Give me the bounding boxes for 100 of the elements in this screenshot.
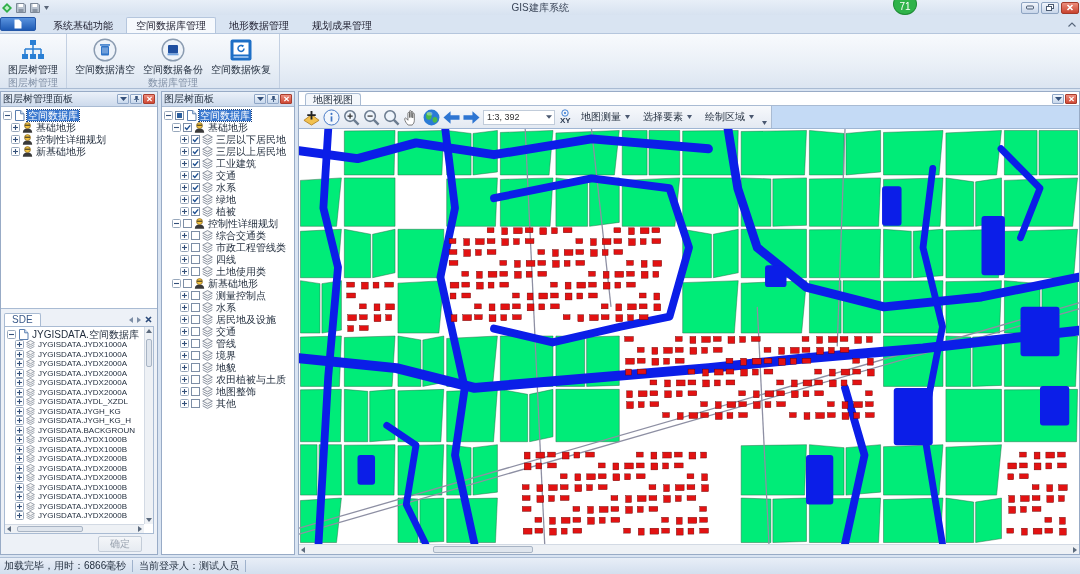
plus-box-icon[interactable]	[180, 254, 189, 264]
plus-box-icon[interactable]	[180, 170, 189, 180]
plus-box-icon[interactable]	[15, 463, 24, 473]
tree-item[interactable]: JYGISDATA.BACKGROUN	[37, 425, 137, 435]
vertical-scrollbar[interactable]	[144, 327, 153, 524]
tree-item[interactable]: 新基础地形	[207, 277, 259, 289]
minus-box-icon[interactable]	[3, 110, 12, 120]
caret-up-icon[interactable]	[1068, 21, 1076, 27]
tree-item[interactable]: 土地使用类	[215, 265, 267, 277]
checkbox[interactable]	[183, 218, 192, 228]
tree-item[interactable]: 管线	[215, 337, 237, 349]
toolbar-menu[interactable]: 地图测量	[575, 110, 635, 124]
plus-box-icon[interactable]	[180, 290, 189, 300]
plus-box-icon[interactable]	[15, 501, 24, 511]
checkbox[interactable]	[191, 146, 200, 156]
floppy-icon[interactable]	[16, 2, 26, 13]
plus-box-icon[interactable]	[180, 314, 189, 324]
plus-box-icon[interactable]	[180, 146, 189, 156]
plus-box-icon[interactable]	[180, 398, 189, 408]
plus-box-icon[interactable]	[180, 230, 189, 240]
ribbon-button[interactable]: 空间数据备份	[140, 36, 206, 77]
checkbox[interactable]	[191, 254, 200, 264]
tree-item[interactable]: JYGISDATA.JYDX2000B	[37, 463, 129, 473]
plus-box-icon[interactable]	[15, 473, 24, 483]
checkbox[interactable]	[183, 278, 192, 288]
close-button[interactable]	[1065, 93, 1077, 104]
checkbox[interactable]	[191, 134, 200, 144]
minimize-button[interactable]	[1021, 1, 1039, 14]
tree-item[interactable]: JYGISDATA.JYDX2000B	[37, 473, 129, 483]
checkbox[interactable]	[191, 326, 200, 336]
plus-box-icon[interactable]	[15, 387, 24, 397]
scroll-left-icon[interactable]	[7, 526, 11, 532]
tree-item[interactable]: 其他	[215, 397, 237, 409]
tree-item[interactable]: JYGISDATA.JYDX1000B	[37, 435, 129, 445]
tree-item[interactable]: JYGISDATA.JYDX2000B	[37, 511, 129, 521]
plus-box-icon[interactable]	[15, 492, 24, 502]
tree-item[interactable]: 地图整饰	[215, 385, 257, 397]
globe-icon[interactable]	[423, 108, 440, 126]
pin-button[interactable]	[267, 94, 279, 104]
close-icon[interactable]	[145, 316, 152, 323]
plus-box-icon[interactable]	[15, 397, 24, 407]
plus-box-icon[interactable]	[15, 511, 24, 521]
overflow-caret-icon[interactable]	[761, 119, 767, 125]
tree-item[interactable]: 新基础地形	[35, 145, 87, 157]
tree-item[interactable]: 境界	[215, 349, 237, 361]
tree-item[interactable]: 地貌	[215, 361, 237, 373]
scroll-left-icon[interactable]	[301, 546, 305, 553]
scroll-thumb[interactable]	[433, 546, 533, 553]
tree-item[interactable]: 绿地	[215, 193, 237, 205]
tree-item[interactable]: 工业建筑	[215, 157, 257, 169]
checkbox[interactable]	[191, 302, 200, 312]
plus-box-icon[interactable]	[180, 374, 189, 384]
tree-item[interactable]: 农田植被与土质	[215, 373, 287, 385]
right-arrow-icon[interactable]	[463, 108, 480, 126]
checkbox[interactable]	[191, 206, 200, 216]
map-view-tab[interactable]: 地图视图	[305, 93, 361, 105]
magnifier-icon[interactable]	[383, 108, 400, 126]
checkbox[interactable]	[191, 314, 200, 324]
ribbon-button[interactable]: 空间数据恢复	[208, 36, 274, 77]
plus-box-icon[interactable]	[180, 158, 189, 168]
plus-box-icon[interactable]	[15, 435, 24, 445]
tree-item[interactable]: 空间数据库	[27, 109, 79, 121]
tree-item[interactable]: JYGISDATA.空间数据库	[31, 328, 140, 340]
scroll-right-icon[interactable]	[1073, 546, 1077, 553]
tree-item[interactable]: 交通	[215, 169, 237, 181]
scroll-right-icon[interactable]	[138, 526, 142, 532]
plus-box-icon[interactable]	[15, 340, 24, 350]
checkbox[interactable]	[191, 338, 200, 348]
plus-box-icon[interactable]	[180, 182, 189, 192]
scroll-down-icon[interactable]	[146, 518, 152, 522]
checkbox[interactable]	[191, 170, 200, 180]
tree-item[interactable]: JYGISDATA.JYDL_XZDL	[37, 397, 129, 407]
dropdown-button[interactable]	[1052, 93, 1064, 104]
minus-box-icon[interactable]	[7, 329, 16, 339]
plus-box-icon[interactable]	[11, 146, 20, 156]
close-button[interactable]	[280, 94, 292, 104]
tree-item[interactable]: 测量控制点	[215, 289, 267, 301]
plus-box-icon[interactable]	[180, 266, 189, 276]
tree-item[interactable]: 综合交通类	[215, 229, 267, 241]
tree-item[interactable]: JYGISDATA.JYDX1000B	[37, 482, 129, 492]
minus-box-icon[interactable]	[172, 278, 181, 288]
tree-item[interactable]: 四线	[215, 253, 237, 265]
tree-item[interactable]: 空间数据库	[199, 109, 251, 121]
scroll-thumb[interactable]	[146, 339, 152, 367]
dropdown-button[interactable]	[117, 94, 129, 104]
ribbon-button[interactable]: 图层树管理	[5, 36, 61, 77]
ribbon-tab[interactable]: 空间数据库管理	[126, 17, 216, 33]
restore-button[interactable]	[1041, 1, 1059, 14]
plus-box-icon[interactable]	[15, 482, 24, 492]
plus-box-icon[interactable]	[180, 242, 189, 252]
add-icon[interactable]	[303, 108, 320, 126]
checkbox[interactable]	[175, 110, 184, 120]
plus-box-icon[interactable]	[180, 134, 189, 144]
checkbox[interactable]	[191, 230, 200, 240]
plus-box-icon[interactable]	[180, 206, 189, 216]
caret-down-icon[interactable]	[44, 5, 49, 10]
minus-box-icon[interactable]	[172, 122, 181, 132]
tree-item[interactable]: JYGISDATA.JYDX2000B	[37, 454, 129, 464]
checkbox[interactable]	[191, 386, 200, 396]
ribbon-tab[interactable]: 系统基础功能	[43, 17, 123, 33]
